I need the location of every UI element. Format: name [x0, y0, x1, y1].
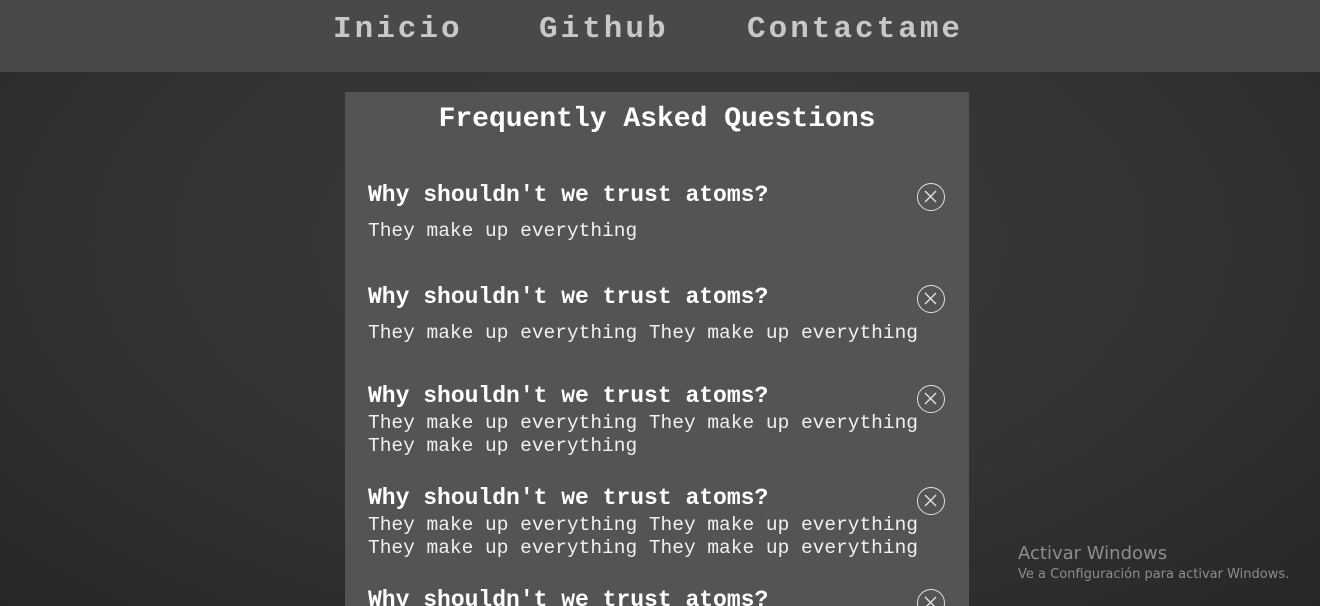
windows-activation-watermark: Activar Windows Ve a Configuración para … — [1018, 543, 1289, 585]
nav-link-inicio[interactable]: Inicio — [333, 10, 463, 50]
faq-answer: They make up everything — [368, 220, 638, 242]
close-icon[interactable] — [917, 285, 945, 313]
nav-link-contactame[interactable]: Contactame — [747, 10, 963, 50]
faq-question[interactable]: Why shouldn't we trust atoms? — [368, 585, 768, 606]
faq-title: Frequently Asked Questions — [438, 104, 876, 135]
faq-question[interactable]: Why shouldn't we trust atoms? — [368, 381, 768, 411]
faq-panel: Frequently Asked Questions Why shouldn't… — [345, 92, 969, 606]
faq-answer: They make up everything They make up eve… — [368, 412, 918, 457]
faq-answer: They make up everything They make up eve… — [368, 322, 918, 344]
faq-question[interactable]: Why shouldn't we trust atoms? — [368, 180, 768, 210]
watermark-title: Activar Windows — [1018, 543, 1168, 564]
faq-answer: They make up everything They make up eve… — [368, 514, 918, 559]
top-navbar: Inicio Github Contactame — [0, 0, 1320, 72]
close-icon[interactable] — [917, 487, 945, 515]
watermark-subtitle: Ve a Configuración para activar Windows. — [1018, 567, 1290, 582]
close-icon[interactable] — [917, 183, 945, 211]
close-icon[interactable] — [917, 589, 945, 606]
nav-link-github[interactable]: Github — [539, 10, 669, 50]
faq-question[interactable]: Why shouldn't we trust atoms? — [368, 483, 768, 513]
close-icon[interactable] — [917, 385, 945, 413]
faq-question[interactable]: Why shouldn't we trust atoms? — [368, 282, 768, 312]
